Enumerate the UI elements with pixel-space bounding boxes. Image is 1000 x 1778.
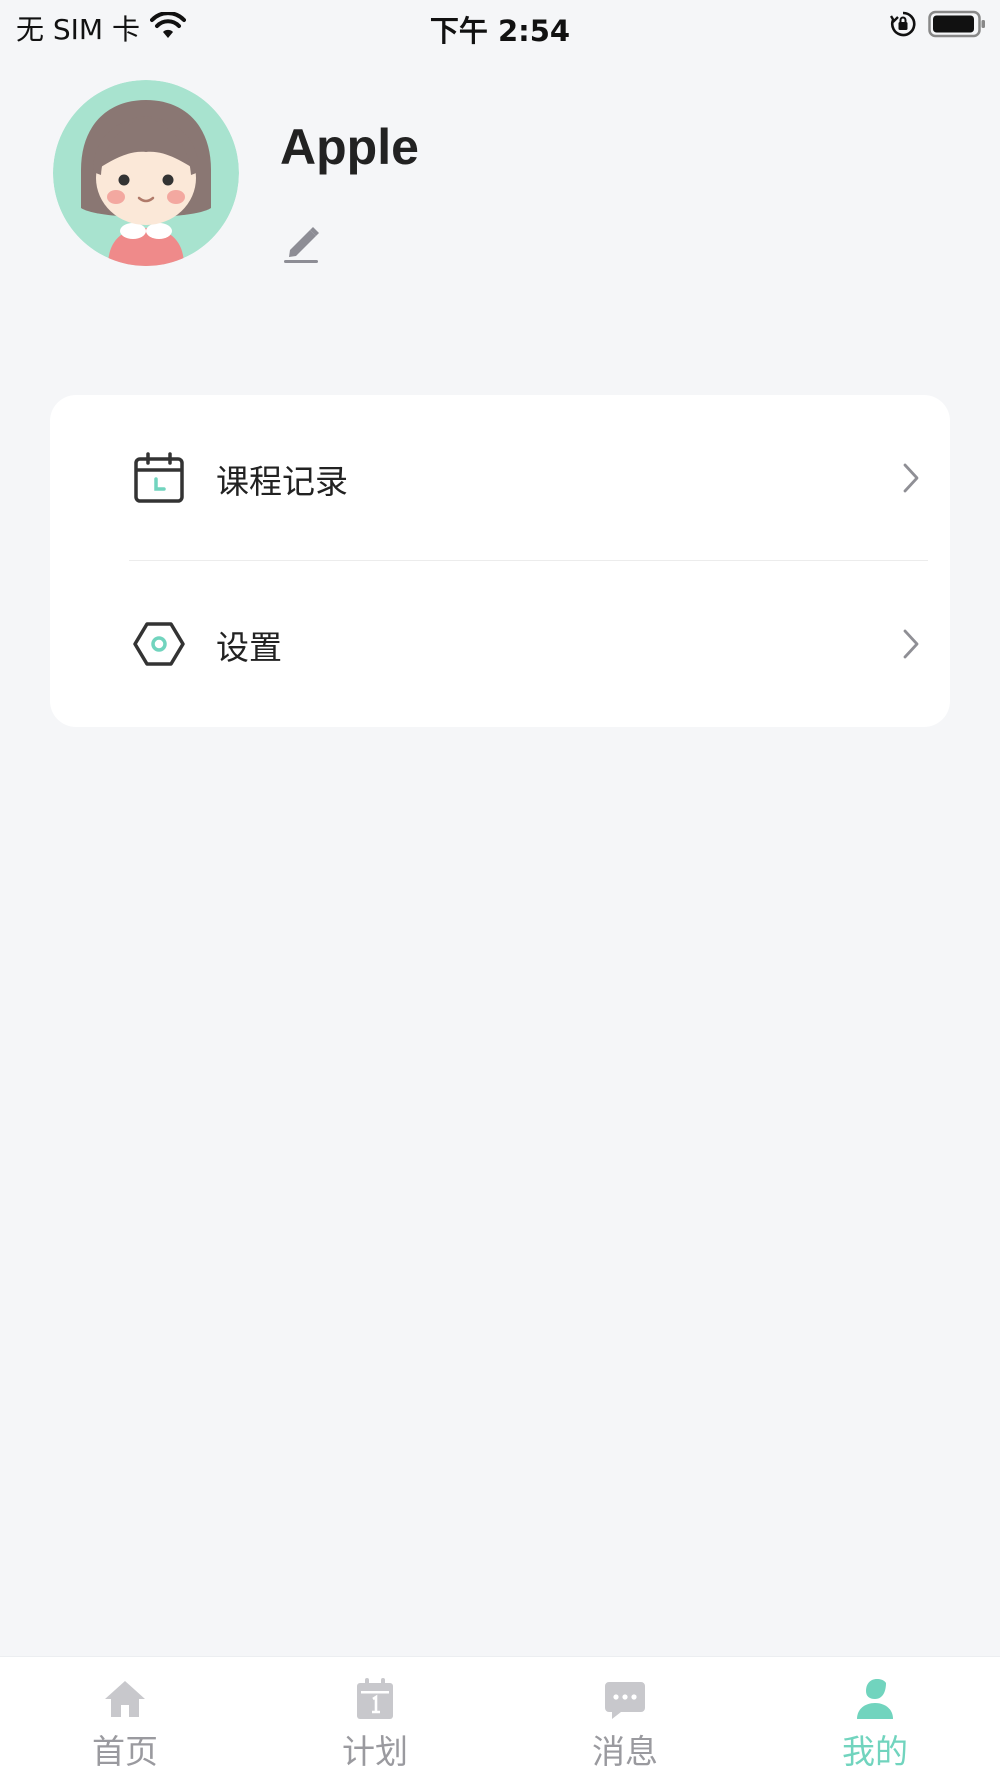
home-icon (103, 1677, 147, 1721)
tab-home-label: 首页 (92, 1732, 158, 1771)
profile-icon (853, 1677, 897, 1721)
menu-card: 课程记录 设置 (50, 395, 950, 727)
menu-item-course-records[interactable]: 课程记录 (50, 395, 950, 561)
tab-messages[interactable]: 消息 (500, 1657, 750, 1778)
tab-home[interactable]: 首页 (0, 1657, 250, 1778)
tab-mine-label: 我的 (842, 1732, 908, 1771)
avatar[interactable] (53, 80, 239, 266)
calendar-icon (132, 451, 186, 505)
username: Apple (280, 119, 419, 175)
tab-mine[interactable]: 我的 (750, 1657, 1000, 1778)
settings-label: 设置 (216, 628, 282, 667)
tab-plan-label: 计划 (342, 1732, 408, 1771)
profile-screen: 无 SIM 卡 下午 2:54 Apple 课程记录 设置 首页 计划 消息 我… (0, 0, 1000, 1778)
status-bar: 无 SIM 卡 下午 2:54 (0, 0, 1000, 50)
calendar-plan-icon (353, 1677, 397, 1721)
clock: 下午 2:54 (429, 14, 571, 48)
status-right (889, 10, 986, 42)
orientation-lock-icon (889, 11, 916, 41)
tab-messages-label: 消息 (592, 1732, 658, 1771)
chevron-right-icon (900, 627, 922, 661)
settings-hexagon-icon (132, 617, 186, 671)
menu-item-settings[interactable]: 设置 (50, 561, 950, 727)
chevron-right-icon (900, 461, 922, 495)
message-icon (603, 1677, 647, 1721)
course-records-label: 课程记录 (216, 462, 348, 501)
tab-bar: 首页 计划 消息 我的 (0, 1656, 1000, 1778)
tab-plan[interactable]: 计划 (250, 1657, 500, 1778)
battery-icon (928, 10, 986, 42)
edit-profile-icon[interactable] (282, 222, 324, 264)
